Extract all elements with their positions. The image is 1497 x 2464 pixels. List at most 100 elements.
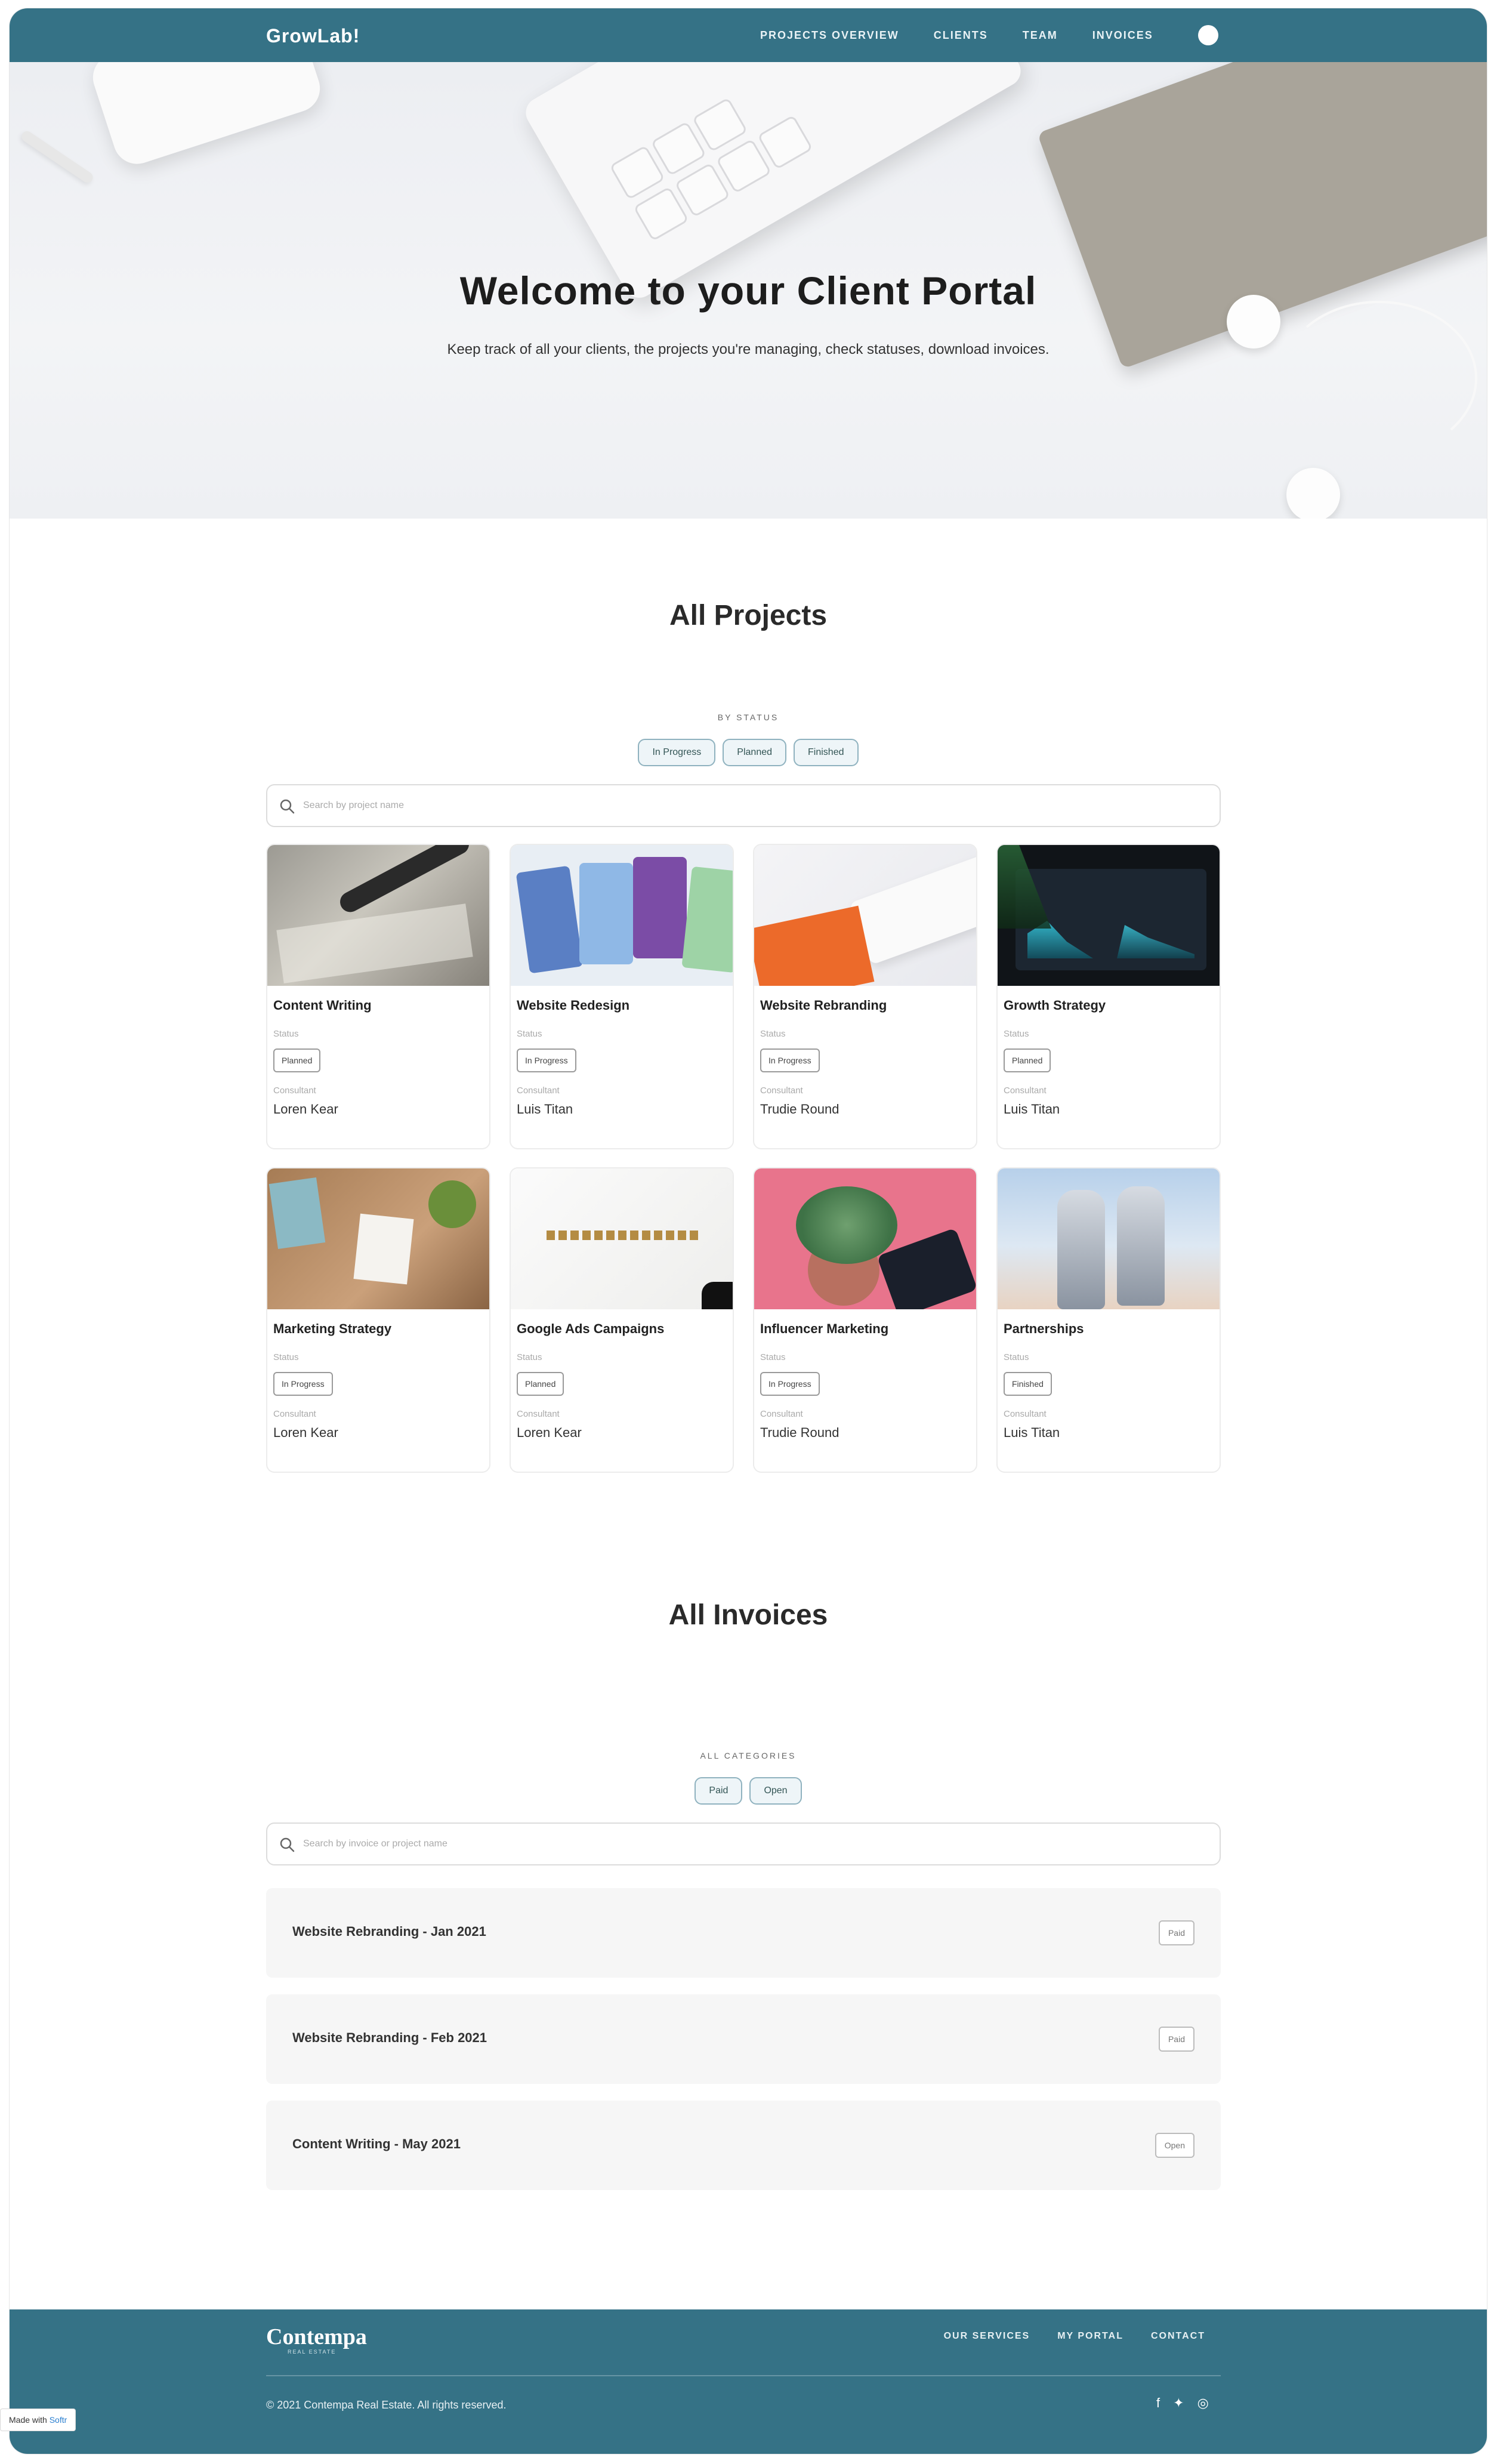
- main-nav: PROJECTS OVERVIEW CLIENTS TEAM INVOICES: [760, 8, 1153, 62]
- hero-banner: Welcome to your Client Portal Keep track…: [10, 62, 1487, 519]
- status-badge: In Progress: [760, 1048, 820, 1072]
- consultant-label: Consultant: [760, 1085, 803, 1096]
- user-avatar[interactable]: [1198, 25, 1218, 45]
- footer: Contempa REAL ESTATE OUR SERVICES MY POR…: [10, 2309, 1487, 2454]
- invoices-search-input[interactable]: [303, 1839, 1220, 1849]
- project-image: [754, 1168, 976, 1309]
- status-label: Status: [273, 1029, 299, 1039]
- facebook-icon[interactable]: f: [1156, 2395, 1160, 2411]
- copyright-text: © 2021 Contempa Real Estate. All rights …: [266, 2399, 507, 2411]
- project-card[interactable]: Google Ads Campaigns Status Planned Cons…: [510, 1167, 734, 1473]
- consultant-name: Trudie Round: [760, 1425, 839, 1440]
- status-badge: Planned: [517, 1372, 564, 1396]
- projects-search-input[interactable]: [303, 800, 1220, 811]
- project-image: [511, 845, 733, 986]
- hero-phone-image: [87, 62, 326, 170]
- made-with-link[interactable]: Softr: [50, 2415, 67, 2425]
- project-title: Google Ads Campaigns: [517, 1321, 665, 1336]
- consultant-label: Consultant: [273, 1085, 316, 1096]
- project-card[interactable]: Website Redesign Status In Progress Cons…: [510, 844, 734, 1149]
- invoice-row[interactable]: Content Writing - May 2021 Open: [266, 2101, 1221, 2190]
- twitter-icon[interactable]: ✦: [1173, 2395, 1184, 2411]
- project-card[interactable]: Partnerships Status Finished Consultant …: [996, 1167, 1221, 1473]
- nav-invoices[interactable]: INVOICES: [1092, 29, 1153, 42]
- project-image: [267, 1168, 489, 1309]
- invoice-row[interactable]: Website Rebranding - Feb 2021 Paid: [266, 1994, 1221, 2084]
- project-title: Website Redesign: [517, 998, 630, 1013]
- filter-chip-finished[interactable]: Finished: [794, 739, 859, 766]
- project-title: Website Rebranding: [760, 998, 887, 1013]
- nav-clients[interactable]: CLIENTS: [934, 29, 988, 42]
- filter-chip-open[interactable]: Open: [749, 1777, 802, 1805]
- footer-logo[interactable]: Contempa: [266, 2324, 367, 2350]
- status-badge: In Progress: [760, 1372, 820, 1396]
- consultant-name: Luis Titan: [517, 1102, 573, 1117]
- invoice-row[interactable]: Website Rebranding - Jan 2021 Paid: [266, 1888, 1221, 1978]
- status-badge: Finished: [1004, 1372, 1052, 1396]
- site-logo[interactable]: GrowLab!: [266, 25, 360, 47]
- consultant-label: Consultant: [273, 1409, 316, 1419]
- projects-title: All Projects: [669, 600, 828, 631]
- made-with-badge[interactable]: Made with Softr: [0, 2409, 76, 2431]
- status-label: Status: [1004, 1029, 1029, 1039]
- project-card[interactable]: Marketing Strategy Status In Progress Co…: [266, 1167, 490, 1473]
- footer-link-my-portal[interactable]: MY PORTAL: [1057, 2331, 1123, 2342]
- nav-team[interactable]: TEAM: [1023, 29, 1058, 42]
- footer-link-contact[interactable]: CONTACT: [1151, 2331, 1205, 2342]
- filter-chip-in-progress[interactable]: In Progress: [638, 739, 716, 766]
- filter-chip-planned[interactable]: Planned: [723, 739, 787, 766]
- invoices-filter-chips: Paid Open: [10, 1777, 1487, 1805]
- consultant-label: Consultant: [517, 1085, 560, 1096]
- hero-subtitle: Keep track of all your clients, the proj…: [447, 341, 1050, 357]
- project-card[interactable]: Website Rebranding Status In Progress Co…: [753, 844, 977, 1149]
- invoice-name: Content Writing - May 2021: [292, 2136, 461, 2151]
- search-icon: [280, 799, 295, 814]
- status-label: Status: [517, 1352, 542, 1362]
- footer-link-our-services[interactable]: OUR SERVICES: [944, 2331, 1030, 2342]
- hero-pen-image: [19, 129, 95, 185]
- project-card[interactable]: Content Writing Status Planned Consultan…: [266, 844, 490, 1149]
- projects-grid: Content Writing Status Planned Consultan…: [266, 844, 1221, 1473]
- status-label: Status: [1004, 1352, 1029, 1362]
- project-image: [267, 845, 489, 986]
- project-image: [754, 845, 976, 986]
- invoice-status-badge: Paid: [1158, 2027, 1194, 2052]
- hero-keyboard-image: [520, 62, 1027, 304]
- consultant-name: Luis Titan: [1004, 1425, 1060, 1440]
- project-title: Partnerships: [1004, 1321, 1084, 1336]
- invoice-name: Website Rebranding - Jan 2021: [292, 1924, 486, 1939]
- project-image: [511, 1168, 733, 1309]
- hero-cable: [1280, 301, 1477, 456]
- projects-filter-label: BY STATUS: [717, 713, 779, 722]
- invoice-status-badge: Open: [1155, 2133, 1194, 2158]
- consultant-name: Luis Titan: [1004, 1102, 1060, 1117]
- page-frame: GrowLab! PROJECTS OVERVIEW CLIENTS TEAM …: [10, 8, 1487, 2454]
- filter-chip-paid[interactable]: Paid: [695, 1777, 743, 1805]
- footer-nav: OUR SERVICES MY PORTAL CONTACT: [944, 2331, 1205, 2342]
- invoices-filter-label: ALL CATEGORIES: [700, 1751, 797, 1760]
- instagram-icon[interactable]: ◎: [1197, 2395, 1209, 2411]
- invoices-title: All Invoices: [668, 1599, 828, 1631]
- consultant-name: Loren Kear: [517, 1425, 582, 1440]
- status-badge: In Progress: [517, 1048, 576, 1072]
- invoice-status-badge: Paid: [1158, 1920, 1194, 1945]
- status-label: Status: [760, 1029, 786, 1039]
- consultant-label: Consultant: [1004, 1085, 1047, 1096]
- footer-divider: [266, 2375, 1221, 2376]
- hero-title: Welcome to your Client Portal: [459, 269, 1037, 313]
- project-card[interactable]: Growth Strategy Status Planned Consultan…: [996, 844, 1221, 1149]
- nav-projects-overview[interactable]: PROJECTS OVERVIEW: [760, 29, 899, 42]
- consultant-name: Trudie Round: [760, 1102, 839, 1117]
- status-label: Status: [760, 1352, 786, 1362]
- project-title: Growth Strategy: [1004, 998, 1106, 1013]
- project-title: Content Writing: [273, 998, 372, 1013]
- consultant-label: Consultant: [517, 1409, 560, 1419]
- status-badge: Planned: [273, 1048, 321, 1072]
- top-navbar: GrowLab! PROJECTS OVERVIEW CLIENTS TEAM …: [10, 8, 1487, 62]
- projects-filter-chips: In Progress Planned Finished: [10, 739, 1487, 766]
- consultant-name: Loren Kear: [273, 1102, 338, 1117]
- status-label: Status: [273, 1352, 299, 1362]
- search-icon: [280, 1837, 295, 1852]
- project-card[interactable]: Influencer Marketing Status In Progress …: [753, 1167, 977, 1473]
- status-badge: Planned: [1004, 1048, 1051, 1072]
